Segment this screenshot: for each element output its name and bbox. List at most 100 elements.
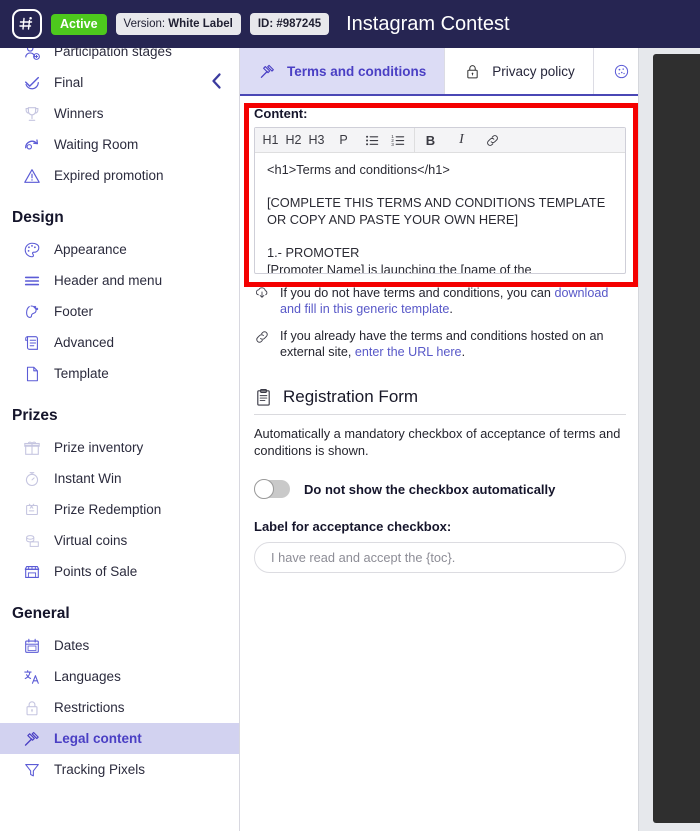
sidebar-item-tracking-pixels[interactable]: Tracking Pixels [0, 754, 239, 785]
content-inner: Content: H1 H2 H3 P 1 2 3 B I <h1>Terms … [240, 96, 638, 573]
ticket-hand-icon [22, 500, 42, 520]
sidebar-item-label: Participation stages [54, 48, 172, 59]
scroll-code-icon [22, 333, 42, 353]
link-button[interactable] [481, 129, 504, 152]
tab-label: Privacy policy [492, 63, 575, 79]
heading-1-button[interactable]: H1 [259, 129, 282, 152]
hint-text: If you do not have terms and conditions,… [280, 285, 626, 317]
editor-line: 1.- PROMOTER [267, 245, 360, 260]
sidebar-item-label: Final [54, 75, 84, 90]
sidebar-item-label: Waiting Room [54, 137, 139, 152]
sidebar-item-restrictions[interactable]: Restrictions [0, 692, 239, 723]
chevron-left-icon[interactable] [205, 70, 227, 92]
sidebar-item-appearance[interactable]: Appearance [0, 234, 239, 265]
sidebar-item-label: Appearance [54, 242, 127, 257]
hint-text-before: If you do not have terms and conditions,… [280, 286, 555, 300]
calendar-icon [22, 636, 42, 656]
hint-text-after: . [461, 345, 466, 359]
check-badge-icon [22, 73, 42, 93]
acceptance-checkbox-label: Label for acceptance checkbox: [254, 519, 452, 534]
sidebar-item-label: Prize Redemption [54, 502, 162, 517]
editor-text-body[interactable]: <h1>Terms and conditions</h1> [COMPLETE … [255, 153, 625, 273]
hint-download-template: If you do not have terms and conditions,… [254, 285, 626, 317]
sidebar-item-label: Expired promotion [54, 168, 164, 183]
sidebar-item-label: Prize inventory [54, 440, 144, 455]
participant-add-icon [22, 48, 42, 62]
sidebar-item-expired-promotion[interactable]: Expired promotion [0, 160, 239, 191]
palette-icon [22, 240, 42, 260]
main-area: Terms and conditions Privacy policy Cont… [240, 48, 700, 831]
registration-form-heading: Registration Form [283, 387, 419, 406]
sidebar-item-languages[interactable]: Languages [0, 661, 239, 692]
sidebar-item-label: Restrictions [54, 700, 125, 715]
sidebar-item-label: Languages [54, 669, 121, 684]
numbered-list-button[interactable]: 1 2 3 [387, 129, 410, 152]
do-not-show-checkbox-toggle[interactable] [254, 479, 290, 499]
app-root: Active Version: White Label ID: #987245 … [0, 0, 700, 831]
italic-button[interactable]: I [450, 129, 473, 152]
sidebar-item-points-of-sale[interactable]: Points of Sale [0, 556, 239, 587]
editor-line: [Promoter Name] is launching the [name o… [267, 262, 532, 273]
editor-line: [COMPLETE THIS TERMS AND CONDITIONS TEMP… [267, 195, 606, 227]
sidebar-item-advanced[interactable]: Advanced [0, 327, 239, 358]
sidebar-item-label: Legal content [54, 731, 142, 746]
version-badge: Version: White Label [115, 13, 241, 35]
sidebar-item-virtual-coins[interactable]: Virtual coins [0, 525, 239, 556]
content-label: Content: [254, 106, 308, 121]
id-badge: ID: #987245 [249, 13, 330, 35]
main-column: Terms and conditions Privacy policy Cont… [240, 48, 638, 831]
trophy-icon [22, 104, 42, 124]
gavel-icon [258, 62, 277, 81]
content-scroll-area[interactable]: Content: H1 H2 H3 P 1 2 3 B I <h1>Terms … [240, 96, 638, 831]
bulleted-list-button[interactable] [361, 129, 384, 152]
heading-3-button[interactable]: H3 [305, 129, 328, 152]
cloud-download-icon [254, 285, 271, 317]
sidebar-item-winners[interactable]: Winners [0, 98, 239, 129]
waiting-room-icon [22, 135, 42, 155]
sidebar-item-participation-stages[interactable]: Participation stages [0, 48, 239, 67]
id-badge-text: ID: #987245 [257, 18, 322, 30]
lock-icon [463, 62, 482, 81]
gavel-icon [22, 729, 42, 749]
sidebar-scroll[interactable]: Participation stages Final Winners Waiti… [0, 48, 239, 831]
link-icon [254, 328, 271, 360]
storefront-icon [22, 562, 42, 582]
checkbox-visibility-toggle-row: Do not show the checkbox automatically [254, 479, 626, 499]
sidebar-item-legal-content[interactable]: Legal content [0, 723, 239, 754]
heading-2-button[interactable]: H2 [282, 129, 305, 152]
sidebar-item-label: Points of Sale [54, 564, 138, 579]
version-prefix: Version: [123, 18, 169, 30]
toggle-knob [254, 479, 274, 499]
coins-icon [22, 531, 42, 551]
sidebar-group-title: Prizes [12, 407, 58, 424]
paragraph-button[interactable]: P [332, 129, 355, 152]
bold-button[interactable]: B [419, 129, 442, 152]
sidebar-item-label: Winners [54, 106, 104, 121]
sidebar-item-footer[interactable]: Footer [0, 296, 239, 327]
sidebar-item-label: Virtual coins [54, 533, 128, 548]
tab-cookie-policy[interactable]: Cookie policy [594, 48, 638, 94]
hint-text-after: . [449, 302, 453, 316]
sidebar-item-label: Footer [54, 304, 94, 319]
sidebar-item-label: Template [54, 366, 109, 381]
enter-url-link[interactable]: enter the URL here [355, 345, 462, 359]
sidebar-item-header-and-menu[interactable]: Header and menu [0, 265, 239, 296]
tab-privacy-policy[interactable]: Privacy policy [445, 48, 594, 94]
sidebar-item-prize-inventory[interactable]: Prize inventory [0, 432, 239, 463]
acceptance-checkbox-input[interactable] [254, 542, 626, 573]
hint-text: If you already have the terms and condit… [280, 328, 626, 360]
version-value: White Label [168, 18, 233, 30]
sidebar-item-final[interactable]: Final [0, 67, 239, 98]
tab-terms-and-conditions[interactable]: Terms and conditions [240, 48, 446, 94]
registration-description: Automatically a mandatory checkbox of ac… [254, 426, 621, 458]
rich-text-editor[interactable]: H1 H2 H3 P 1 2 3 B I <h1>Terms and condi… [254, 127, 626, 274]
sidebar-item-waiting-room[interactable]: Waiting Room [0, 129, 239, 160]
sidebar-item-template[interactable]: Template [0, 358, 239, 389]
sidebar-item-dates[interactable]: Dates [0, 630, 239, 661]
hashtag-logo-icon[interactable] [12, 9, 42, 39]
sidebar-item-prize-redemption[interactable]: Prize Redemption [0, 494, 239, 525]
sidebar-item-instant-win[interactable]: Instant Win [0, 463, 239, 494]
warning-triangle-icon [22, 166, 42, 186]
stopwatch-icon [22, 469, 42, 489]
device-preview-panel[interactable] [638, 48, 700, 831]
